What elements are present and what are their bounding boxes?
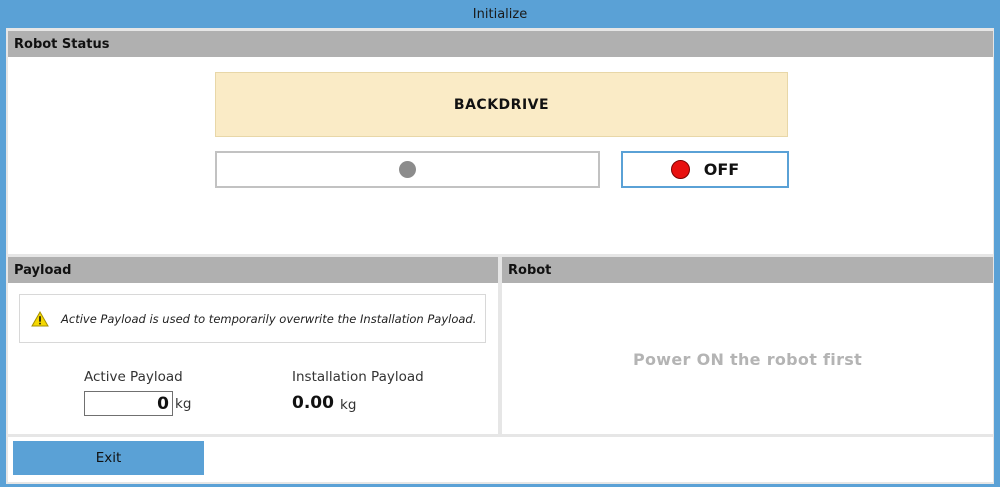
robot-status-header: Robot Status xyxy=(8,31,993,57)
robot-mode-label: BACKDRIVE xyxy=(453,96,550,113)
power-state-icon xyxy=(670,160,690,179)
robot-mode-banner: BACKDRIVE xyxy=(215,72,788,137)
robot-power-message: Power ON the robot first xyxy=(632,349,863,369)
payload-info-box: Active Payload is used to temporarily ov… xyxy=(19,294,486,343)
robot-state-indicator xyxy=(215,151,600,188)
robot-header: Robot xyxy=(502,257,993,283)
payload-panel: Payload Active Payload is used to tempor… xyxy=(8,257,498,434)
active-payload-label: Active Payload xyxy=(84,369,183,385)
power-button-label: OFF xyxy=(703,160,740,179)
status-dot-icon xyxy=(399,161,416,178)
window-title: Initialize xyxy=(472,6,528,22)
footer-bar: Exit xyxy=(8,437,993,482)
window-title-bar: Initialize xyxy=(0,0,1000,28)
warning-icon xyxy=(31,310,49,326)
exit-button[interactable]: Exit xyxy=(13,441,204,475)
dialog-body: Robot Status BACKDRIVE OFF Payload Activ… xyxy=(6,28,994,484)
installation-payload-label: Installation Payload xyxy=(292,369,424,385)
robot-panel: Robot Power ON the robot first xyxy=(502,257,993,434)
power-toggle-button[interactable]: OFF xyxy=(621,151,789,188)
installation-payload-value: 0.00 xyxy=(292,393,334,413)
robot-status-panel: Robot Status BACKDRIVE OFF xyxy=(8,31,993,254)
payload-header: Payload xyxy=(8,257,498,283)
installation-payload-unit: kg xyxy=(340,397,357,413)
active-payload-unit: kg xyxy=(175,396,192,412)
active-payload-input[interactable] xyxy=(84,391,173,416)
payload-info-text: Active Payload is used to temporarily ov… xyxy=(61,311,477,326)
